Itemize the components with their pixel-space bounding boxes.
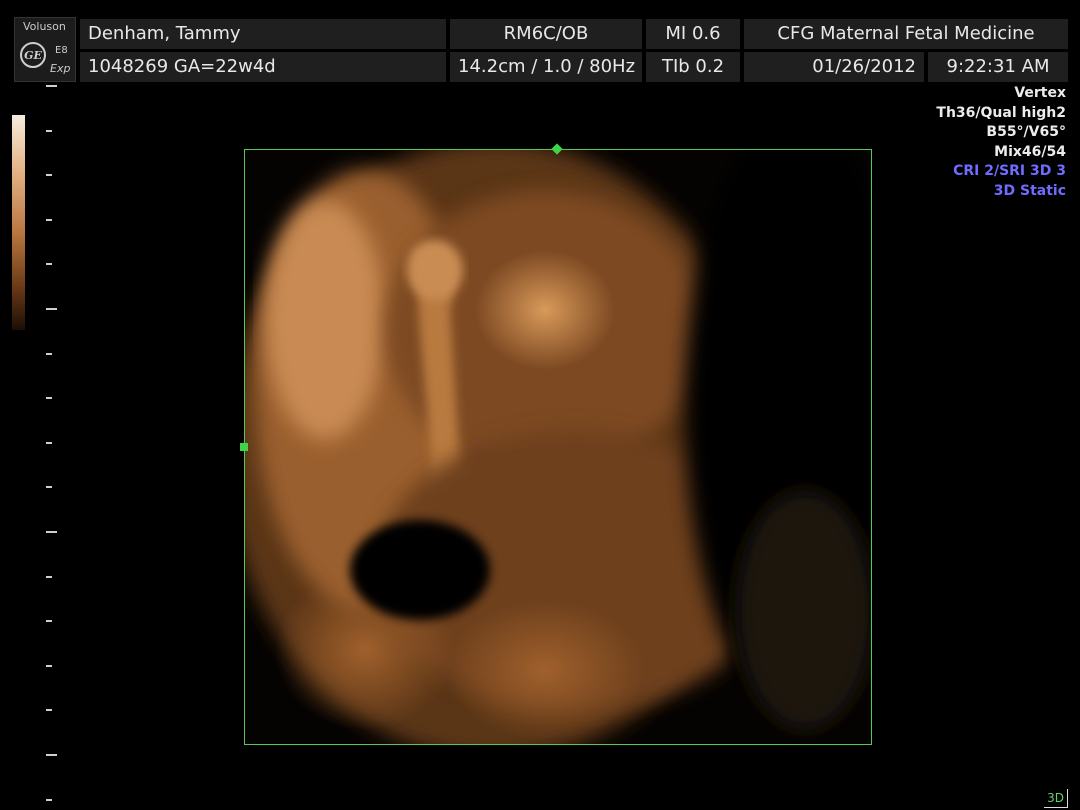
depth-tick [46, 664, 52, 667]
probe-preset: RM6C/OB [450, 19, 642, 49]
info-line: Vertex [1014, 85, 1066, 101]
depth-tick [46, 308, 57, 310]
color-map-bar [12, 115, 25, 330]
depth-tick [46, 85, 57, 87]
ge-logo-icon: GE [20, 42, 46, 68]
site-name: CFG Maternal Fetal Medicine [744, 19, 1068, 49]
patient-id-ga: 1048269 GA=22w4d [80, 52, 446, 82]
depth-tick [46, 174, 52, 177]
depth-tick [46, 620, 52, 623]
voluson-logo: Voluson GE E8 Exp [14, 17, 76, 82]
depth-tick [46, 798, 52, 801]
info-line: B55°/V65° [986, 124, 1066, 140]
depth-tick [46, 263, 52, 266]
depth-tick [46, 218, 52, 221]
mode-3d-badge: 3D [1044, 789, 1068, 808]
logo-brand: Voluson [23, 20, 66, 33]
render-roi-box[interactable] [244, 149, 872, 745]
depth-tick [46, 441, 52, 444]
info-line: Th36/Qual high2 [936, 104, 1066, 121]
acquisition-info-panel: Vertex Th36/Qual high2 B55°/V65° Mix46/5… [936, 84, 1066, 201]
thermal-index: TIb 0.2 [646, 52, 740, 82]
info-line: Mix46/54 [994, 143, 1066, 160]
depth-tick [46, 129, 52, 132]
fetal-3d-render-icon [245, 150, 871, 744]
depth-tick [46, 486, 52, 489]
mechanical-index: MI 0.6 [646, 19, 740, 49]
depth-tick [46, 754, 57, 756]
info-line: CRI 2/SRI 3D 3 [953, 163, 1066, 179]
depth-tick [46, 397, 52, 400]
roi-left-handle[interactable] [240, 443, 248, 451]
depth-tick [46, 352, 52, 355]
depth-tick [46, 531, 57, 533]
depth-tick [46, 575, 52, 578]
exam-time: 9:22:31 AM [928, 52, 1068, 82]
info-line: 3D Static [993, 182, 1066, 199]
logo-model: E8 [55, 45, 68, 56]
depth-tick [46, 709, 52, 712]
patient-name: Denham, Tammy [80, 19, 446, 49]
logo-edition: Exp [50, 62, 71, 75]
exam-date: 01/26/2012 [744, 52, 924, 82]
depth-frequency: 14.2cm / 1.0 / 80Hz [450, 52, 642, 82]
header-bar: Voluson GE E8 Exp Denham, Tammy RM6C/OB … [14, 17, 1068, 82]
